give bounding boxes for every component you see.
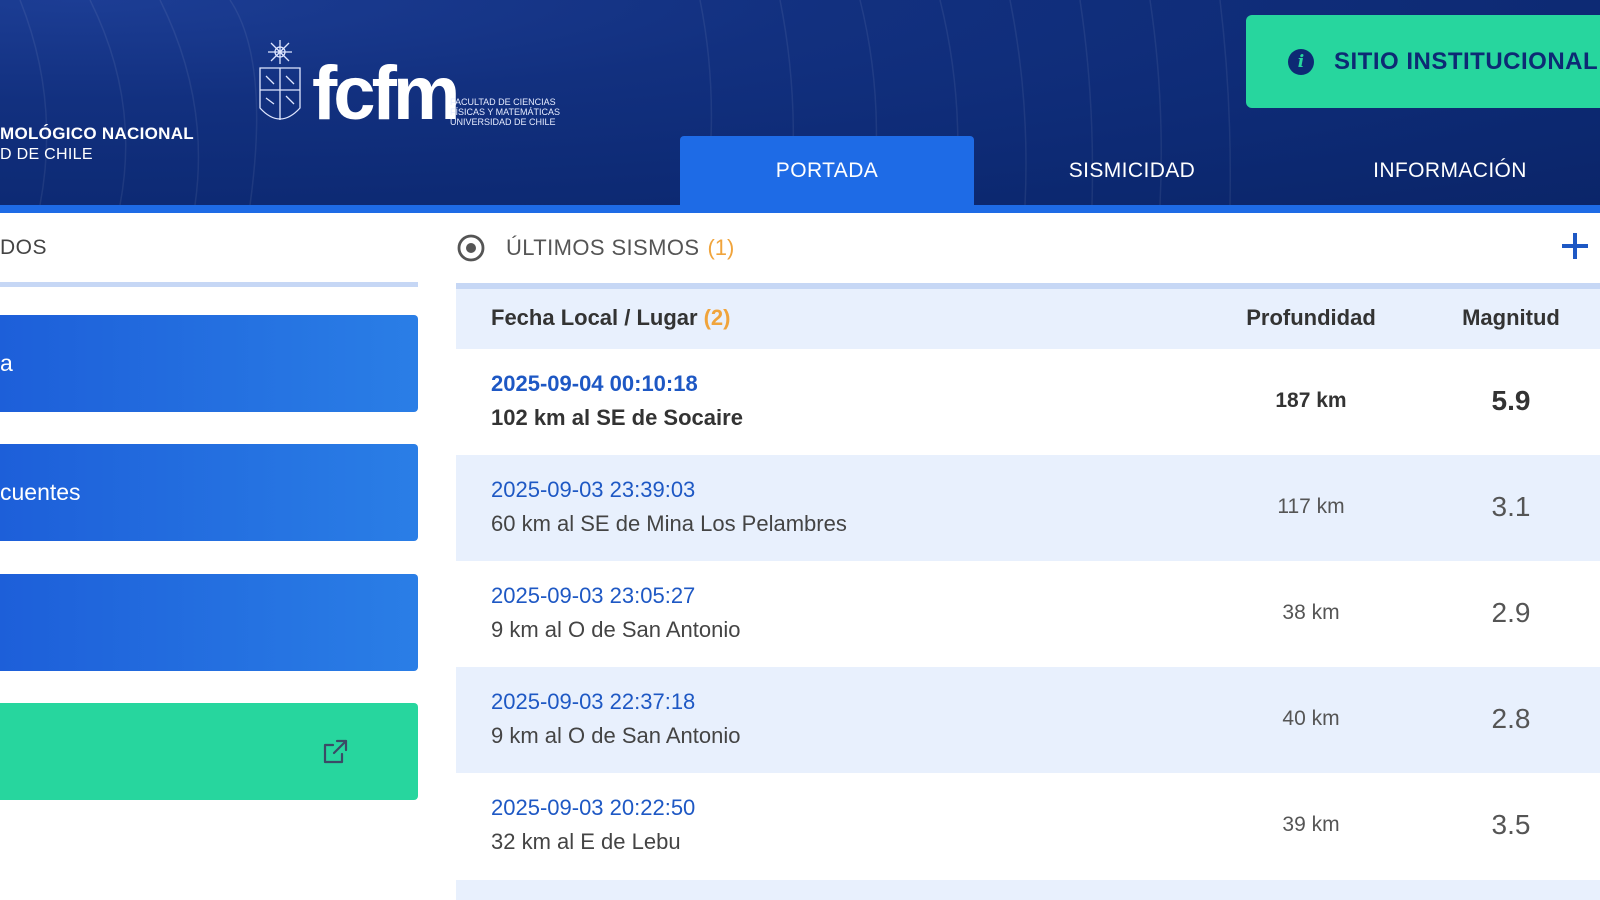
column-header-place-label: Fecha Local / Lugar [491,305,698,330]
side-card-label: cuentes [0,479,81,505]
institutional-site-button[interactable]: i SITIO INSTITUCIONAL [1246,15,1600,108]
plus-icon[interactable] [1562,233,1588,259]
fcfm-subtitle-line: FACULTAD DE CIENCIAS [450,97,556,107]
site-header: MOLÓGICO NACIONAL D DE CHILE fcfm FACULT… [0,0,1600,205]
table-row[interactable]: 2025-09-03 23:39:03 60 km al SE de Mina … [456,455,1600,561]
table-row-partial [456,880,1600,900]
tab-informacion[interactable]: INFORMACIÓN [1300,136,1600,205]
quake-place: 102 km al SE de Socaire [491,405,743,430]
fcfm-subtitle-line: UNIVERSIDAD DE CHILE [450,117,556,127]
quake-depth: 187 km [1275,389,1347,412]
table-row[interactable]: 2025-09-03 22:37:18 9 km al O de San Ant… [456,667,1600,773]
quake-date-link[interactable]: 2025-09-03 23:39:03 [491,477,695,503]
left-section-title: DOS [0,236,48,259]
brand-name-line1[interactable]: MOLÓGICO NACIONAL [0,124,194,144]
brand-name-line2[interactable]: D DE CHILE [0,146,93,164]
latest-quakes-title: ÚLTIMOS SISMOS [506,235,700,260]
quake-magnitude: 5.9 [1491,385,1531,416]
side-card-1[interactable]: a [0,315,418,412]
table-row[interactable]: 2025-09-03 23:05:27 9 km al O de San Ant… [456,561,1600,667]
side-card-3[interactable] [0,574,418,671]
quake-place: 32 km al E de Lebu [491,829,681,854]
target-icon [457,234,485,262]
column-header-depth: Profundidad [1246,305,1376,330]
external-link-icon [323,739,348,764]
quake-depth: 117 km [1277,495,1345,518]
quake-date-link[interactable]: 2025-09-03 23:05:27 [491,583,695,609]
side-card-2[interactable]: cuentes [0,444,418,541]
side-card-4[interactable] [0,703,418,800]
column-header-magnitude: Magnitud [1462,305,1560,330]
quake-magnitude: 2.8 [1491,703,1531,734]
quake-place: 60 km al SE de Mina Los Pelambres [491,511,847,536]
latest-quakes-count: (1) [707,235,735,260]
info-icon: i [1288,48,1314,75]
quake-date-link[interactable]: 2025-09-03 20:22:50 [491,795,695,821]
table-row[interactable]: 2025-09-04 00:10:18 102 km al SE de Soca… [456,349,1600,455]
tab-sismicidad[interactable]: SISMICIDAD [985,136,1279,205]
quake-magnitude: 3.1 [1491,491,1531,522]
fcfm-subtitle: FACULTAD DE CIENCIAS FÍSICAS Y MATEMÁTIC… [450,97,570,127]
quake-magnitude: 2.9 [1491,597,1531,628]
institutional-site-label: SITIO INSTITUCIONAL [1334,47,1599,75]
fcfm-subtitle-line: FÍSICAS Y MATEMÁTICAS [450,107,561,117]
university-seal-icon[interactable] [256,38,304,134]
quakes-table-header: Fecha Local / Lugar (2) Profundidad Magni… [456,289,1600,349]
quake-magnitude: 3.5 [1491,809,1531,840]
header-accent-bar [0,205,1600,213]
column-header-place: Fecha Local / Lugar (2) [491,305,731,331]
fcfm-logo[interactable]: fcfm [312,56,460,132]
quake-depth: 39 km [1282,813,1340,836]
tab-portada[interactable]: PORTADA [680,136,974,205]
column-header-place-count: (2) [703,305,731,330]
quake-depth: 40 km [1282,707,1340,730]
quake-depth: 38 km [1282,601,1340,624]
side-card-label: a [0,350,13,376]
left-divider [0,282,418,287]
table-row[interactable]: 2025-09-03 20:22:50 32 km al E de Lebu 3… [456,773,1600,879]
latest-quakes-header: ÚLTIMOS SISMOS (1) [456,228,1600,268]
quake-place: 9 km al O de San Antonio [491,617,741,642]
quake-date-link[interactable]: 2025-09-03 22:37:18 [491,689,695,715]
quake-date-link[interactable]: 2025-09-04 00:10:18 [491,371,698,397]
quake-place: 9 km al O de San Antonio [491,723,741,748]
